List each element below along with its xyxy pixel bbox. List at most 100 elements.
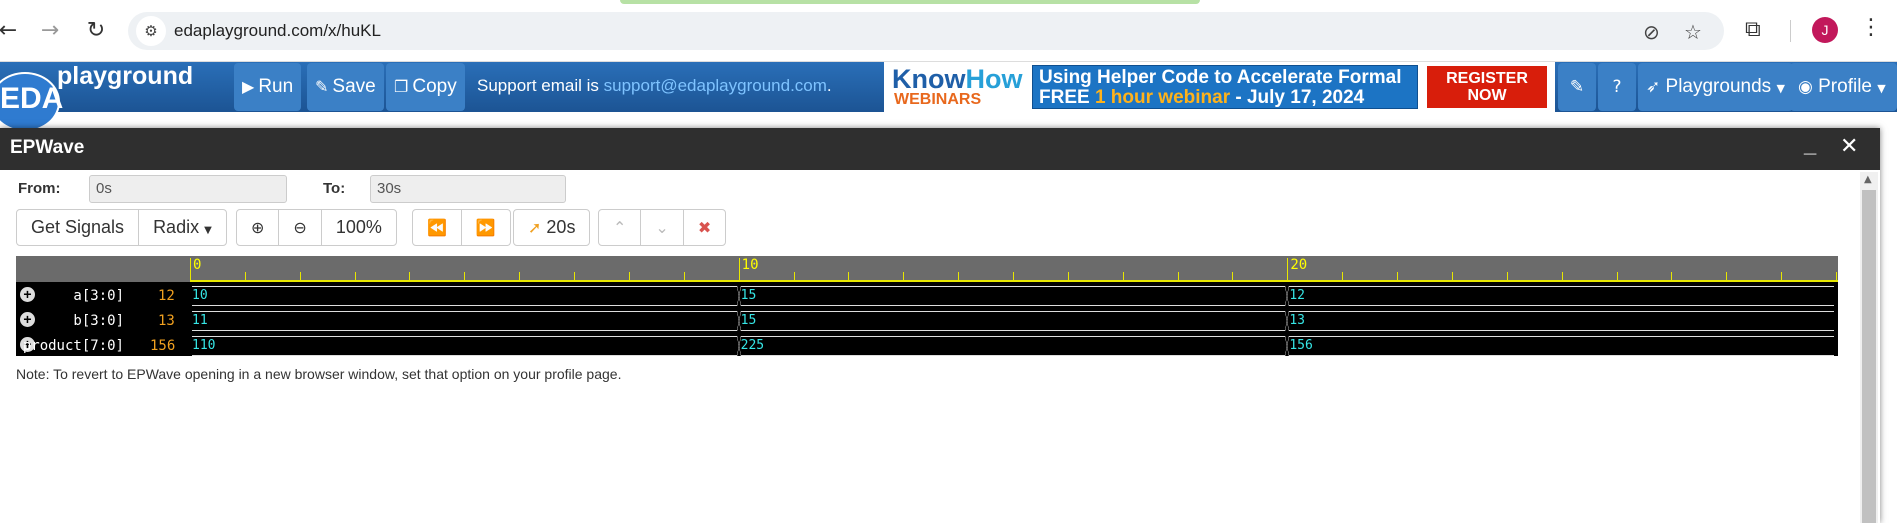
scroll-up-icon[interactable]: ▲ [1864, 174, 1872, 185]
remove-signal-icon[interactable]: ✖ [684, 210, 725, 245]
waveform-viewer[interactable]: 0 10 20 + a[3:0] 12 10 15 12 + b[3:0] 13 11 15 13 + pro… [16, 256, 1838, 356]
signal-cursor-value: 156 [150, 338, 176, 354]
signal-name[interactable]: b[3:0] [73, 313, 124, 329]
bus-segment[interactable] [740, 336, 1286, 356]
ruler-minor-tick [574, 272, 576, 282]
extensions-icon[interactable]: ⧉ [1745, 17, 1761, 42]
save-button[interactable]: ✎ Save [307, 63, 384, 111]
ruler-minor-tick [903, 272, 905, 282]
zoom-group: ⊕ ⊖ 100% [236, 209, 397, 246]
bus-value-label: 11 [192, 313, 208, 328]
signal-row[interactable]: + a[3:0] 12 10 15 12 [16, 284, 1838, 309]
banner-webinars: WEBINARS [894, 91, 982, 108]
forward-icon[interactable]: → [36, 17, 64, 45]
scrollbar-thumb[interactable] [1862, 190, 1876, 523]
ruler-minor-tick [793, 272, 795, 282]
seek-forward-icon[interactable]: ⏩ [462, 210, 510, 245]
run-button[interactable]: ▶ Run [234, 63, 302, 111]
move-down-icon[interactable]: ⌄ [641, 210, 684, 245]
bus-segment[interactable] [1289, 336, 1834, 356]
url-text[interactable]: edaplayground.com/x/huKL [174, 21, 381, 41]
banner-line2: FREE 1 hour webinar - July 17, 2024 [1039, 87, 1364, 109]
toolbar-separator [1790, 20, 1791, 42]
bus-segment[interactable] [1289, 286, 1834, 306]
site-info-icon[interactable]: ⚙ [136, 16, 166, 46]
bus-value-label: 13 [1289, 313, 1305, 328]
eye-off-icon[interactable]: ⊘ [1643, 20, 1660, 44]
bus-segment[interactable] [740, 286, 1286, 306]
register-button[interactable]: REGISTER NOW [1427, 66, 1547, 108]
reload-icon[interactable]: ↻ [82, 17, 110, 45]
ruler-minor-tick [1781, 272, 1783, 282]
from-input[interactable]: 0s [89, 175, 287, 203]
ruler-minor-tick [354, 272, 356, 282]
cursor-time: 20s [546, 217, 576, 237]
cursor-time-button[interactable]: ➚ 20s [514, 210, 589, 245]
ruler-minor-tick [409, 272, 411, 282]
banner-brand-a: Know [892, 64, 966, 94]
pencil-icon: ✎ [315, 77, 329, 96]
bus-segment[interactable] [1289, 311, 1834, 331]
radix-dropdown[interactable]: Radix ▼ [139, 210, 226, 245]
bus-value-label: 225 [740, 338, 765, 353]
banner-line2-b: 1 hour webinar [1094, 87, 1231, 108]
minimize-icon[interactable]: _ [1804, 132, 1816, 158]
move-up-icon[interactable]: ⌃ [599, 210, 642, 245]
expand-signal-icon[interactable]: + [20, 312, 35, 327]
bus-transition [1285, 286, 1290, 306]
support-email-link[interactable]: support@edaplayground.com [604, 76, 827, 95]
ruler-major-tick [738, 258, 740, 282]
help-button[interactable]: ? [1598, 63, 1636, 111]
logo-playground[interactable]: playground [57, 62, 193, 91]
playgrounds-menu[interactable]: ➶ Playgrounds ▼ [1638, 63, 1793, 111]
bus-segment[interactable] [740, 311, 1286, 331]
ruler-minor-tick [1067, 272, 1069, 282]
ruler-minor-tick [519, 272, 521, 282]
ruler-major-tick [190, 258, 191, 282]
bus-value-label: 12 [1289, 288, 1305, 303]
get-signals-button[interactable]: Get Signals [17, 210, 140, 245]
bus-segment[interactable] [192, 336, 737, 356]
address-bar[interactable]: ⚙ edaplayground.com/x/huKL ⊘ ☆ [128, 12, 1724, 50]
zoom-in-icon[interactable]: ⊕ [237, 210, 280, 245]
bus-transition [736, 286, 741, 306]
ruler-minor-tick [1616, 272, 1618, 282]
caret-down-icon: ▼ [1776, 82, 1785, 95]
zoom-out-icon[interactable]: ⊖ [279, 210, 322, 245]
kebab-menu-icon[interactable]: ⋮ [1860, 15, 1882, 40]
signal-row[interactable]: + b[3:0] 13 11 15 13 [16, 309, 1838, 334]
run-label: Run [258, 76, 294, 97]
star-icon[interactable]: ☆ [1684, 20, 1702, 44]
back-icon[interactable]: ← [0, 17, 22, 45]
seek-back-icon[interactable]: ⏪ [413, 210, 462, 245]
ruler-minor-tick [1506, 272, 1508, 282]
expand-signal-icon[interactable]: + [20, 287, 35, 302]
close-icon[interactable]: ✕ [1840, 134, 1858, 159]
profile-menu[interactable]: ◉ Profile ▼ [1790, 63, 1897, 111]
time-ruler[interactable]: 0 10 20 [16, 256, 1838, 282]
play-circle-icon: ▶ [242, 77, 255, 96]
epwave-note: Note: To revert to EPWave opening in a n… [16, 366, 622, 382]
signal-name[interactable]: a[3:0] [73, 288, 124, 304]
bus-segment[interactable] [192, 286, 737, 306]
ruler-minor-tick [1122, 272, 1124, 282]
avatar[interactable]: J [1812, 17, 1838, 43]
ruler-minor-tick [1013, 272, 1014, 282]
bus-segment[interactable] [192, 311, 737, 331]
to-input[interactable]: 30s [370, 175, 566, 203]
ruler-minor-tick [958, 272, 960, 282]
ruler-major-tick [1287, 258, 1289, 282]
save-label: Save [332, 76, 376, 97]
signal-name[interactable]: product[7:0] [23, 338, 124, 354]
bus-transition [736, 311, 741, 331]
copy-button[interactable]: ❐ Copy [386, 63, 465, 111]
logo-eda[interactable]: EDA [0, 82, 63, 116]
to-label: To: [323, 180, 346, 197]
signal-row[interactable]: + product[7:0] 156 110 225 156 [16, 334, 1838, 359]
zoom-level[interactable]: 100% [322, 210, 396, 245]
copy-label: Copy [412, 76, 457, 97]
edit-button[interactable]: ✎ [1558, 63, 1596, 111]
signal-cursor-value: 13 [158, 313, 175, 329]
webinar-banner[interactable]: KnowHow WEBINARS Using Helper Code to Ac… [884, 62, 1555, 112]
support-suffix: . [826, 76, 832, 95]
